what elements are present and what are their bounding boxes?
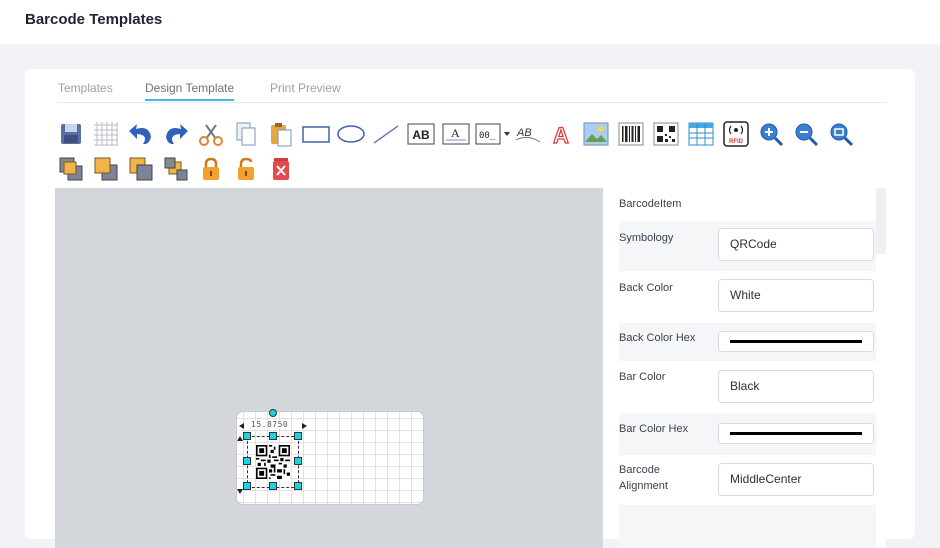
toolbar-row-arrange	[58, 155, 318, 183]
property-label: Symbology	[619, 232, 674, 244]
svg-text:A: A	[553, 123, 569, 147]
image-icon[interactable]	[582, 120, 610, 148]
property-label: Bar Color Hex	[619, 423, 689, 435]
property-row-bar-color: Bar Color Black	[619, 361, 876, 413]
bring-forward-icon[interactable]	[92, 155, 120, 183]
numeric-text-icon[interactable]: 00_	[474, 120, 512, 148]
svg-text:A: A	[451, 126, 460, 140]
copy-icon[interactable]	[232, 120, 260, 148]
resize-handle-top-right[interactable]	[294, 432, 302, 440]
resize-handle-top-left[interactable]	[243, 432, 251, 440]
lock-icon[interactable]	[197, 155, 225, 183]
resize-handle-right[interactable]	[294, 457, 302, 465]
resize-handle-bottom-left[interactable]	[243, 482, 251, 490]
send-to-back-icon[interactable]	[162, 155, 190, 183]
design-canvas[interactable]: 15.8750	[55, 188, 603, 548]
zoom-in-icon[interactable]	[757, 120, 785, 148]
text-ab-icon[interactable]: AB	[407, 120, 435, 148]
zoom-out-icon[interactable]	[792, 120, 820, 148]
barcode-item-selection[interactable]	[247, 436, 299, 488]
back-color-field[interactable]: White	[718, 279, 874, 312]
property-row-bar-color-hex: Bar Color Hex	[619, 413, 876, 455]
redo-icon[interactable]	[162, 120, 190, 148]
table-icon[interactable]	[687, 120, 715, 148]
text-box-icon[interactable]: A	[442, 120, 470, 148]
barcode-icon[interactable]	[617, 120, 645, 148]
toolbar-row-main: AB A 00_ AB A RFID	[58, 120, 858, 148]
qr-code-image	[256, 445, 290, 479]
barcode-alignment-field[interactable]: MiddleCenter	[718, 463, 874, 496]
rectangle-icon[interactable]	[302, 120, 330, 148]
tab-bar: Templates Design Template Print Preview	[58, 77, 886, 103]
rotate-handle[interactable]	[269, 409, 277, 417]
properties-scrollbar[interactable]	[876, 188, 886, 254]
property-label: Barcode Alignment	[619, 464, 668, 492]
resize-handle-bottom[interactable]	[269, 482, 277, 490]
bar-color-swatch	[730, 432, 862, 435]
property-label: Back Color	[619, 282, 673, 294]
rfid-label: RFID	[729, 139, 744, 145]
qrcode-icon[interactable]	[652, 120, 680, 148]
delete-icon[interactable]	[267, 155, 295, 183]
save-icon[interactable]	[57, 120, 85, 148]
property-section-title: BarcodeItem	[619, 198, 682, 210]
ellipse-icon[interactable]	[337, 120, 365, 148]
bring-to-front-icon[interactable]	[57, 155, 85, 183]
property-label: Back Color Hex	[619, 332, 696, 344]
designer-card: Templates Design Template Print Preview	[25, 69, 915, 548]
svg-text:AB: AB	[412, 128, 430, 142]
properties-panel: BarcodeItem Symbology QRCode Back Color …	[619, 188, 886, 548]
page-title: Barcode Templates	[25, 11, 163, 28]
paste-icon[interactable]	[267, 120, 295, 148]
rfid-icon[interactable]: RFID	[722, 120, 750, 148]
back-color-swatch	[730, 340, 862, 343]
property-row-symbology: Symbology QRCode	[619, 221, 876, 271]
send-backward-icon[interactable]	[127, 155, 155, 183]
svg-text:00_: 00_	[479, 131, 496, 141]
zoom-fit-icon[interactable]	[827, 120, 855, 148]
text-style-icon[interactable]: A	[547, 120, 575, 148]
top-bar: Barcode Templates	[0, 0, 940, 44]
property-section-header: BarcodeItem	[619, 188, 876, 221]
grid-icon[interactable]	[92, 120, 120, 148]
tab-print-preview[interactable]: Print Preview	[270, 81, 341, 101]
property-label: Bar Color	[619, 371, 666, 383]
property-row-back-color-hex: Back Color Hex	[619, 323, 876, 361]
warped-text-icon[interactable]: AB	[514, 120, 542, 148]
back-color-hex-field[interactable]	[718, 331, 874, 352]
resize-handle-top[interactable]	[269, 432, 277, 440]
tab-templates[interactable]: Templates	[58, 81, 113, 101]
property-row-barcode-alignment: Barcode Alignment MiddleCenter	[619, 455, 876, 505]
cut-icon[interactable]	[197, 120, 225, 148]
label-template[interactable]: 15.8750	[236, 409, 424, 505]
undo-icon[interactable]	[127, 120, 155, 148]
property-row-next	[619, 505, 876, 548]
bar-color-field[interactable]: Black	[718, 370, 874, 403]
property-row-back-color: Back Color White	[619, 271, 876, 323]
bar-color-hex-field[interactable]	[718, 423, 874, 444]
width-arrow-icon	[239, 423, 307, 429]
tab-design-template[interactable]: Design Template	[145, 81, 235, 101]
line-icon[interactable]	[372, 120, 400, 148]
resize-handle-bottom-right[interactable]	[294, 482, 302, 490]
unlock-icon[interactable]	[232, 155, 260, 183]
symbology-field[interactable]: QRCode	[718, 228, 874, 261]
resize-handle-left[interactable]	[243, 457, 251, 465]
